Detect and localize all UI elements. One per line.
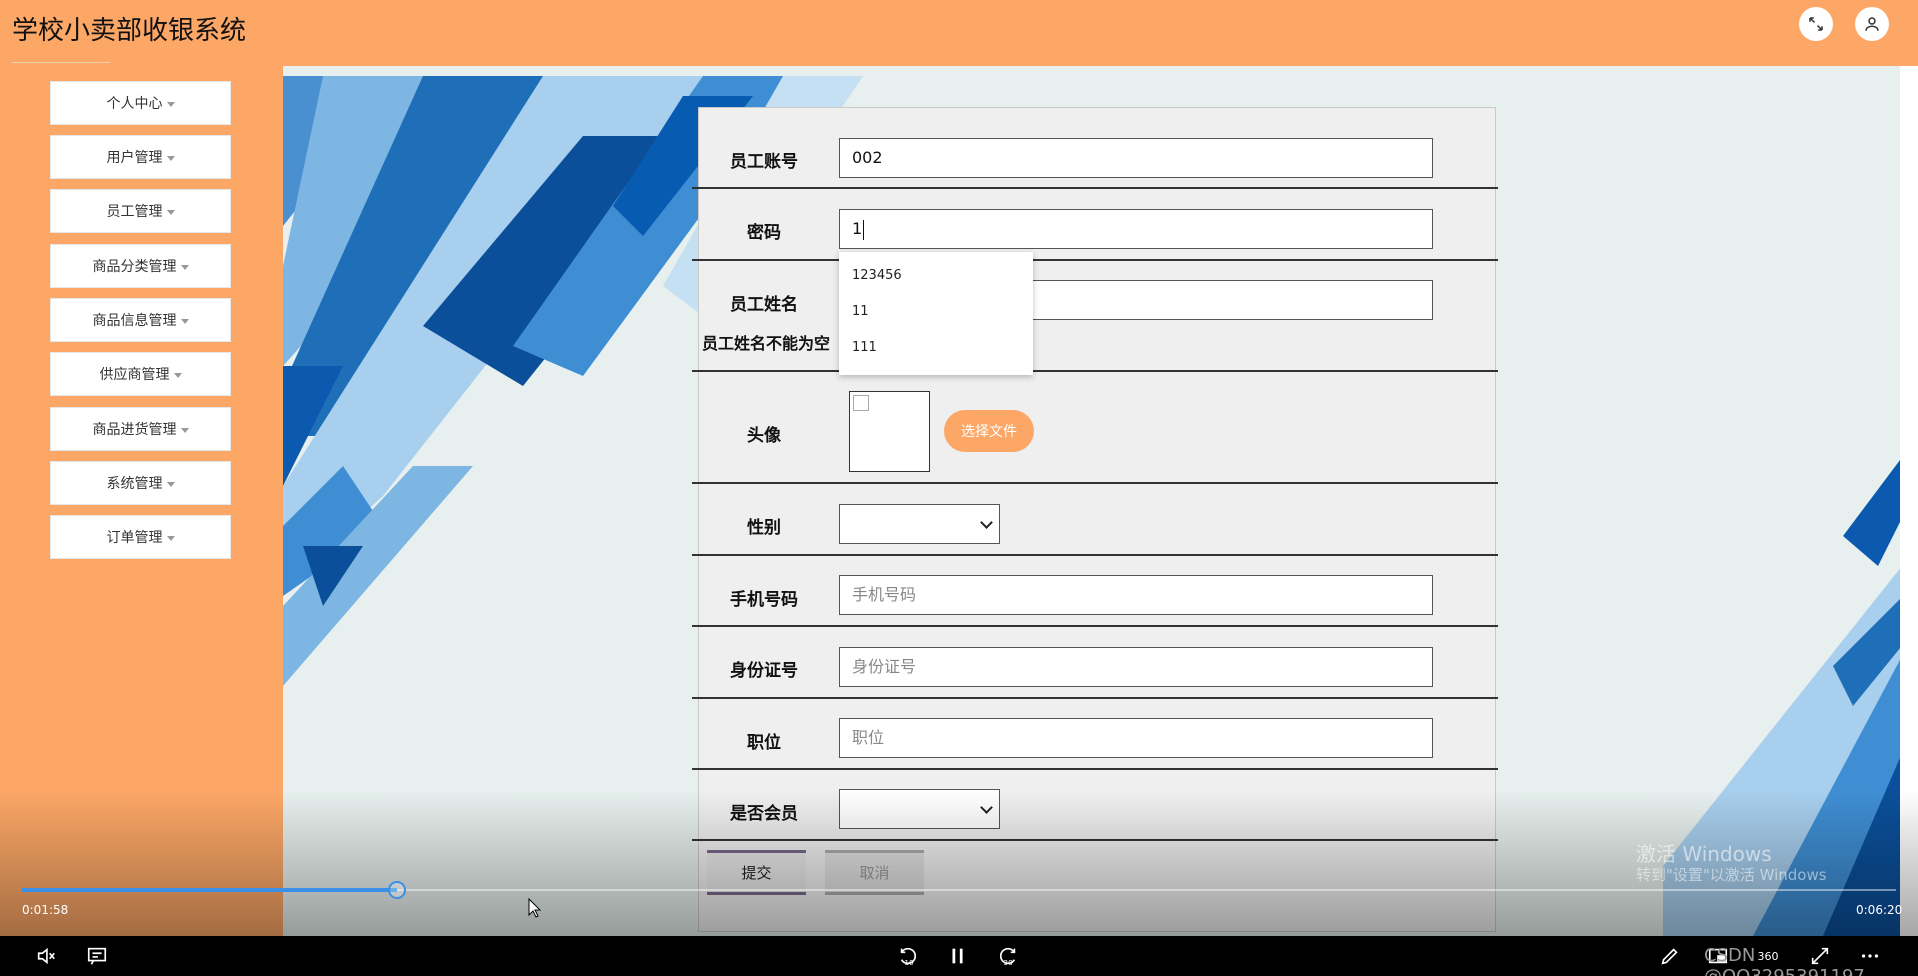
mute-icon	[37, 947, 55, 965]
sidebar: 个人中心 用户管理 员工管理 商品分类管理 商品信息管理 供应商管理 商品进货管…	[0, 66, 283, 936]
sidebar-item-system-management[interactable]: 系统管理	[50, 461, 231, 505]
progress-fill	[22, 888, 397, 892]
caret-down-icon	[180, 318, 189, 324]
gender-select[interactable]	[839, 504, 1000, 544]
autocomplete-dropdown: 123456 11 111	[839, 252, 1033, 375]
pen-button[interactable]	[1656, 943, 1684, 969]
sidebar-item-purchase-management[interactable]: 商品进货管理	[50, 407, 231, 451]
sidebar-item-label: 商品进货管理	[92, 422, 177, 438]
divider	[692, 187, 1498, 189]
progress-knob[interactable]	[388, 881, 406, 899]
user-button[interactable]	[1855, 7, 1889, 41]
sidebar-item-category-management[interactable]: 商品分类管理	[50, 244, 231, 288]
position-label: 职位	[747, 733, 781, 753]
sidebar-item-label: 订单管理	[106, 530, 163, 546]
member-select[interactable]	[839, 789, 1000, 829]
current-time: 0:01:58	[22, 903, 69, 917]
sidebar-item-label: 商品信息管理	[92, 313, 177, 329]
name-label: 员工姓名	[730, 295, 798, 315]
autocomplete-option[interactable]: 11	[839, 294, 1033, 330]
position-input[interactable]: 职位	[839, 718, 1433, 758]
title-underline	[12, 62, 110, 63]
forward-icon: 30	[999, 947, 1016, 967]
user-icon	[1865, 17, 1879, 31]
mute-button[interactable]	[32, 943, 60, 969]
sidebar-item-employee-management[interactable]: 员工管理	[50, 189, 231, 233]
idcard-label: 身份证号	[730, 661, 798, 681]
sidebar-item-label: 用户管理	[106, 150, 163, 166]
csdn-watermark: CSDN @QQ3295391197	[1704, 945, 1865, 976]
total-time: 0:06:20	[1856, 903, 1903, 917]
broken-image-icon	[853, 395, 869, 411]
password-value: 1	[852, 219, 863, 238]
caret-down-icon	[180, 264, 189, 270]
text-cursor	[863, 219, 865, 240]
divider	[692, 697, 1498, 699]
rewind-10-button[interactable]: 10	[894, 943, 922, 969]
comment-icon	[87, 947, 107, 965]
autocomplete-option[interactable]: 111	[839, 330, 1033, 366]
svg-text:30: 30	[1003, 958, 1013, 967]
caret-down-icon	[180, 427, 189, 433]
avatar-label: 头像	[747, 426, 781, 446]
divider	[692, 482, 1498, 484]
caret-down-icon	[166, 535, 175, 541]
rewind-icon: 10	[900, 947, 917, 967]
sidebar-item-supplier-management[interactable]: 供应商管理	[50, 352, 231, 396]
app-title: 学校小卖部收银系统	[12, 16, 247, 46]
pause-button[interactable]	[944, 943, 972, 969]
idcard-input[interactable]: 身份证号	[839, 647, 1433, 687]
danmaku-button[interactable]	[83, 943, 111, 969]
fullscreen-button[interactable]	[1799, 7, 1833, 41]
autocomplete-option[interactable]: 123456	[839, 258, 1033, 294]
divider	[692, 625, 1498, 627]
choose-file-button[interactable]: 选择文件	[944, 410, 1034, 452]
divider	[692, 839, 1498, 841]
account-input[interactable]: 002	[839, 138, 1433, 178]
forward-30-button[interactable]: 30	[994, 943, 1022, 969]
pen-icon	[1661, 948, 1678, 965]
sidebar-item-user-management[interactable]: 用户管理	[50, 135, 231, 179]
svg-text:10: 10	[904, 958, 914, 967]
mouse-pointer-icon	[528, 898, 542, 918]
password-label: 密码	[747, 223, 781, 243]
phone-label: 手机号码	[730, 590, 798, 610]
avatar-preview	[849, 391, 930, 472]
pause-icon	[952, 948, 963, 964]
sidebar-item-product-management[interactable]: 商品信息管理	[50, 298, 231, 342]
gender-label: 性别	[747, 518, 781, 538]
divider	[692, 259, 1498, 261]
chevron-down-icon	[980, 516, 993, 529]
caret-down-icon	[166, 155, 175, 161]
sidebar-item-label: 供应商管理	[99, 367, 170, 383]
top-header: 学校小卖部收银系统	[0, 0, 1918, 66]
chevron-down-icon	[980, 801, 993, 814]
divider	[692, 370, 1498, 372]
member-label: 是否会员	[730, 804, 798, 824]
caret-down-icon	[173, 372, 182, 378]
right-scrollbar[interactable]	[1900, 66, 1918, 936]
divider	[692, 768, 1498, 770]
sidebar-item-label: 个人中心	[106, 96, 163, 112]
caret-down-icon	[166, 209, 175, 215]
phone-input[interactable]: 手机号码	[839, 575, 1433, 615]
sidebar-item-label: 员工管理	[106, 204, 163, 220]
name-error: 员工姓名不能为空	[701, 334, 830, 353]
sidebar-item-order-management[interactable]: 订单管理	[50, 515, 231, 559]
account-label: 员工账号	[730, 152, 798, 172]
windows-watermark-sub: 转到"设置"以激活 Windows	[1636, 866, 1827, 884]
sidebar-item-label: 商品分类管理	[92, 259, 177, 275]
expand-icon	[1809, 17, 1823, 31]
caret-down-icon	[166, 101, 175, 107]
sidebar-item-label: 系统管理	[106, 476, 163, 492]
sidebar-item-personal-center[interactable]: 个人中心	[50, 81, 231, 125]
divider	[692, 554, 1498, 556]
windows-watermark-title: 激活 Windows	[1636, 842, 1772, 866]
caret-down-icon	[166, 481, 175, 487]
password-input[interactable]: 1	[839, 209, 1433, 249]
